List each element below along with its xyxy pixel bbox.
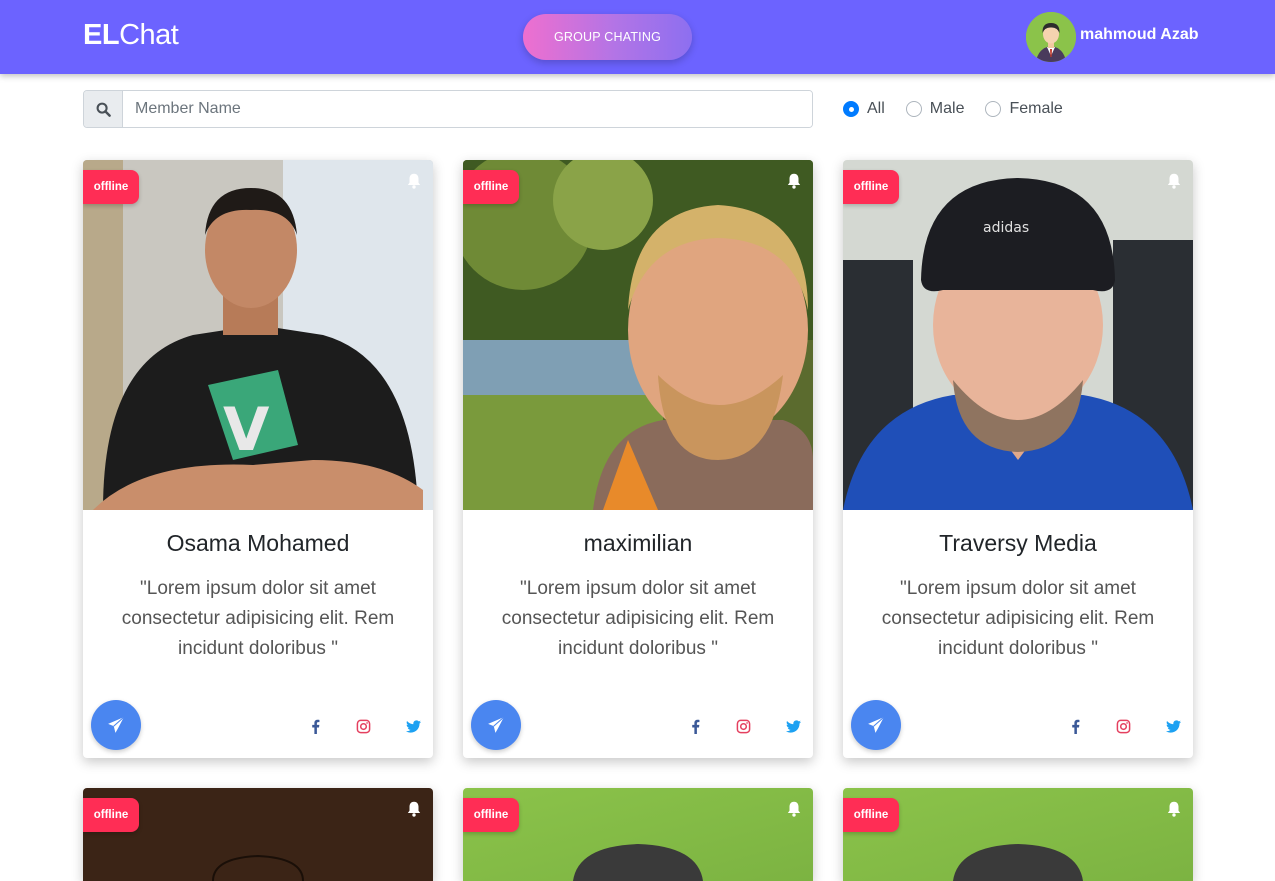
search-bar (83, 90, 813, 128)
member-card: adidas offline Traversy Media "Lorem ips… (843, 160, 1193, 758)
filter-label: Male (929, 100, 965, 117)
facebook-icon[interactable] (687, 718, 703, 734)
member-quote: "Lorem ipsum dolor sit amet consectetur … (121, 578, 395, 659)
radio-male[interactable] (905, 101, 922, 117)
send-message-button[interactable] (91, 700, 141, 750)
bell-icon[interactable] (405, 172, 423, 190)
radio-female[interactable] (985, 101, 1002, 117)
brand-logo[interactable]: ELChat (83, 19, 179, 52)
bell-icon[interactable] (785, 172, 803, 190)
instagram-icon[interactable] (355, 718, 371, 734)
user-name: mahmoud Azab (1080, 26, 1199, 43)
twitter-icon[interactable] (785, 718, 801, 734)
paper-plane-icon (108, 716, 125, 733)
radio-all[interactable] (843, 101, 859, 117)
status-badge: offline (83, 170, 139, 204)
member-photo (463, 160, 813, 510)
status-badge: offline (463, 798, 519, 832)
member-card: offline (83, 788, 433, 881)
user-profile[interactable]: mahmoud Azab (1026, 12, 1199, 62)
instagram-icon[interactable] (1115, 718, 1131, 734)
member-card: V offline Osama Mohamed "Lorem ipsum dol… (83, 160, 433, 758)
search-icon (84, 91, 123, 127)
member-photo: adidas (843, 160, 1193, 510)
member-quote: "Lorem ipsum dolor sit amet consectetur … (501, 578, 775, 659)
send-message-button[interactable] (471, 700, 521, 750)
svg-text:adidas: adidas (983, 220, 1029, 236)
filter-label: All (867, 100, 885, 117)
facebook-icon[interactable] (1067, 718, 1083, 734)
bell-icon[interactable] (785, 800, 803, 818)
member-name: Osama Mohamed (166, 530, 350, 556)
filter-male[interactable]: Male (905, 100, 965, 118)
navbar: ELChat GROUP CHATING mahmoud Azab (0, 0, 1275, 74)
paper-plane-icon (488, 716, 505, 733)
send-message-button[interactable] (851, 700, 901, 750)
member-photo: V (83, 160, 433, 510)
member-quote: "Lorem ipsum dolor sit amet consectetur … (881, 578, 1155, 659)
filter-all[interactable]: All (843, 100, 885, 118)
avatar[interactable] (1026, 12, 1076, 62)
svg-text:V: V (223, 395, 270, 465)
status-badge: offline (843, 798, 899, 832)
twitter-icon[interactable] (1165, 718, 1181, 734)
status-badge: offline (83, 798, 139, 832)
member-card: offline (843, 788, 1193, 881)
group-chating-button[interactable]: GROUP CHATING (523, 14, 692, 60)
instagram-icon[interactable] (735, 718, 751, 734)
twitter-icon[interactable] (405, 718, 421, 734)
member-name: Traversy Media (939, 530, 1097, 556)
status-badge: offline (463, 170, 519, 204)
member-name-input[interactable] (123, 91, 812, 127)
member-card: offline maximilian "Lorem ipsum dolor si… (463, 160, 813, 758)
gender-filter: All Male Female (843, 98, 1084, 120)
member-card: offline (463, 788, 813, 881)
facebook-icon[interactable] (307, 718, 323, 734)
bell-icon[interactable] (405, 800, 423, 818)
member-name: maximilian (583, 530, 693, 556)
bell-icon[interactable] (1165, 800, 1183, 818)
bell-icon[interactable] (1165, 172, 1183, 190)
paper-plane-icon (868, 716, 885, 733)
status-badge: offline (843, 170, 899, 204)
filter-label: Female (1009, 100, 1063, 117)
filter-female[interactable]: Female (985, 100, 1063, 118)
